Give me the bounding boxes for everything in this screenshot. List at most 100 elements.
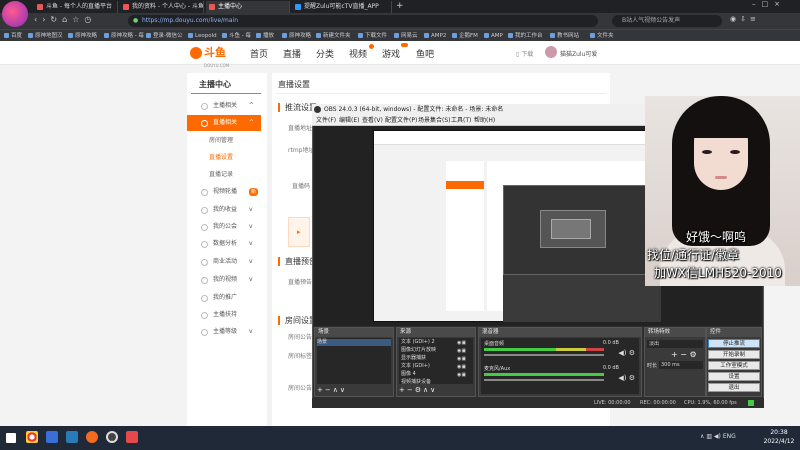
bookmark-item[interactable]: Leopold (188, 31, 217, 41)
bookmark-item[interactable]: 新建文件夹 (316, 31, 351, 41)
add-icon[interactable]: + (399, 386, 407, 394)
sidebar-item-analytics[interactable]: 数据分析 v (187, 236, 261, 252)
bookmark-item[interactable]: 原神攻略 - 每 (104, 31, 144, 41)
sidebar-sub-room[interactable]: 房间管理 (187, 133, 261, 148)
home-icon[interactable]: ⌂ (62, 15, 72, 24)
chrome-icon[interactable] (26, 431, 38, 443)
remove-icon[interactable]: − (680, 350, 687, 359)
app-icon[interactable] (66, 431, 78, 443)
sidebar-sub-records[interactable]: 直播记录 (187, 167, 261, 182)
nav-game[interactable]: 游戏 (382, 47, 400, 60)
source-item[interactable]: 图像 4 (401, 371, 416, 378)
speaker-icon[interactable]: ◀) (618, 349, 626, 357)
history-icon[interactable]: ◷ (84, 15, 96, 24)
search-box[interactable]: B站人气视频公告发声 (612, 15, 722, 27)
user-avatar[interactable] (545, 46, 557, 58)
tab-profile[interactable]: 我的资料 - 个人中心 - 斗鱼 (120, 1, 204, 13)
mixer-mic-slider[interactable] (484, 379, 604, 381)
eye-icon[interactable]: ◉▣ (457, 355, 471, 363)
sidebar-item-live[interactable]: 直播相关 ^ (187, 115, 261, 131)
obs-menu-edit[interactable]: 编辑(E) (339, 115, 359, 126)
gear-icon[interactable]: ⚙ (629, 349, 635, 357)
gear-icon[interactable]: ⚙ (629, 374, 635, 382)
network-icon[interactable]: ▥ (706, 433, 712, 440)
gear-icon[interactable]: ⚙ (690, 350, 697, 359)
user-name[interactable]: 猫猫Zulu可爱 (560, 49, 597, 58)
eye-icon[interactable]: ◉▣ (457, 371, 471, 379)
gear-icon[interactable]: ⚙ (415, 386, 423, 394)
settings-button[interactable]: 设置 (708, 372, 760, 381)
sidebar-item-my-videos[interactable]: 我的视频 v (187, 272, 261, 288)
sidebar-item-promotion[interactable]: 我的推广 (187, 290, 261, 306)
studio-mode-button[interactable]: 工作室模式 (708, 361, 760, 370)
remove-icon[interactable]: − (325, 386, 333, 394)
tab-streamer-center[interactable]: 主播中心 (206, 1, 290, 13)
minimize-icon[interactable]: – (752, 0, 762, 8)
bookmark-item[interactable]: 播放 (256, 31, 274, 41)
bookmark-item[interactable]: 文件夹 (590, 31, 614, 41)
duration-input[interactable]: 300 ms (659, 361, 703, 369)
download-icon[interactable]: ⇩ (740, 15, 750, 23)
bookmark-item[interactable]: AMP2 (424, 31, 446, 41)
new-tab-button[interactable]: + (396, 1, 404, 11)
transition-select[interactable]: 淡出 (647, 340, 703, 348)
volume-icon[interactable]: ◀) (714, 433, 721, 440)
nav-home[interactable]: 首页 (250, 47, 268, 60)
eye-icon[interactable]: ◉▣ (457, 347, 471, 355)
source-item[interactable]: 文本 (GDI+) 2 (401, 339, 435, 346)
sidebar-item-income[interactable]: 我的收益 v (187, 202, 261, 218)
obs-menu-profile[interactable]: 配置文件(P) (385, 115, 417, 126)
browser-icon[interactable] (46, 431, 58, 443)
obs-taskbar-icon[interactable] (106, 431, 118, 443)
back-icon[interactable]: ‹ (34, 15, 42, 24)
stop-streaming-button[interactable]: 停止推流 (708, 339, 760, 348)
close-icon[interactable]: × (774, 0, 786, 8)
bookmark-item[interactable]: 百度 (4, 31, 22, 41)
eye-icon[interactable]: ◉▣ (457, 363, 471, 371)
address-bar[interactable]: https://mp.douyu.com/live/main ● (128, 15, 598, 27)
bookmark-item[interactable]: 下载文件 (358, 31, 387, 41)
sidebar-sub-live-settings[interactable]: 直播设置 (187, 150, 261, 165)
firefox-icon[interactable] (86, 431, 98, 443)
extension-icon[interactable]: ◉ (730, 15, 740, 23)
sidebar-item-guild[interactable]: 我的公会 v (187, 219, 261, 235)
source-item[interactable]: 图像幻灯片放映 (401, 347, 436, 354)
obs-menu-help[interactable]: 帮助(H) (474, 115, 495, 126)
mixer-desktop-slider[interactable] (484, 354, 604, 356)
nav-category[interactable]: 分类 (316, 47, 334, 60)
language-indicator[interactable]: ENG (723, 433, 736, 440)
exit-button[interactable]: 退出 (708, 383, 760, 392)
speaker-icon[interactable]: ◀) (618, 374, 626, 382)
bookmark-item[interactable]: 企鹅FM (452, 31, 478, 41)
sidebar-item-support[interactable]: 主播扶持 (187, 307, 261, 323)
nav-yuba[interactable]: 鱼吧 (416, 47, 434, 60)
bookmark-item[interactable]: 原神攻略 (282, 31, 311, 41)
move-down-icon[interactable]: ∨ (430, 386, 437, 394)
add-icon[interactable]: + (317, 386, 325, 394)
download-link[interactable]: ▯ 下载 (516, 49, 533, 58)
obs-menu-file[interactable]: 文件(F) (316, 115, 336, 126)
tab-douyu-home[interactable]: 斗鱼 - 每个人的直播平台 (34, 1, 118, 13)
bookmark-item[interactable]: 原神攻略 (68, 31, 97, 41)
move-down-icon[interactable]: ∨ (340, 386, 347, 394)
app-red-icon[interactable] (126, 431, 138, 443)
tray-up-icon[interactable]: ∧ (700, 433, 704, 440)
remove-icon[interactable]: − (407, 386, 415, 394)
move-up-icon[interactable]: ∧ (333, 386, 340, 394)
sidebar-item-anchor[interactable]: 主播相关 ^ (187, 98, 261, 114)
douyu-logo[interactable]: 斗鱼 DOUYU.COM (190, 44, 234, 68)
maximize-icon[interactable]: □ (762, 0, 775, 8)
windows-start-icon[interactable] (6, 433, 16, 443)
obs-menu-scene-collection[interactable]: 场景集合(S) (418, 115, 451, 126)
taskbar-clock[interactable]: 20:38 2022/4/12 (760, 428, 798, 448)
obs-menu-view[interactable]: 查看(V) (362, 115, 383, 126)
bookmark-star-icon[interactable]: ☆ (72, 15, 84, 24)
sidebar-item-level[interactable]: 主播等级 v (187, 324, 261, 340)
sidebar-item-video-loop[interactable]: 视频轮播新 (187, 184, 261, 200)
tab-other[interactable]: 提醒Zulu可能cTV直播_APP (292, 1, 392, 13)
bookmark-item[interactable]: 斗鱼 - 每 (222, 31, 251, 41)
bookmark-item[interactable]: AMP (484, 31, 503, 41)
sidebar-item-business[interactable]: 商业活动 v (187, 254, 261, 270)
eye-icon[interactable]: ◉▣ (457, 339, 471, 347)
add-icon[interactable]: + (671, 350, 678, 359)
